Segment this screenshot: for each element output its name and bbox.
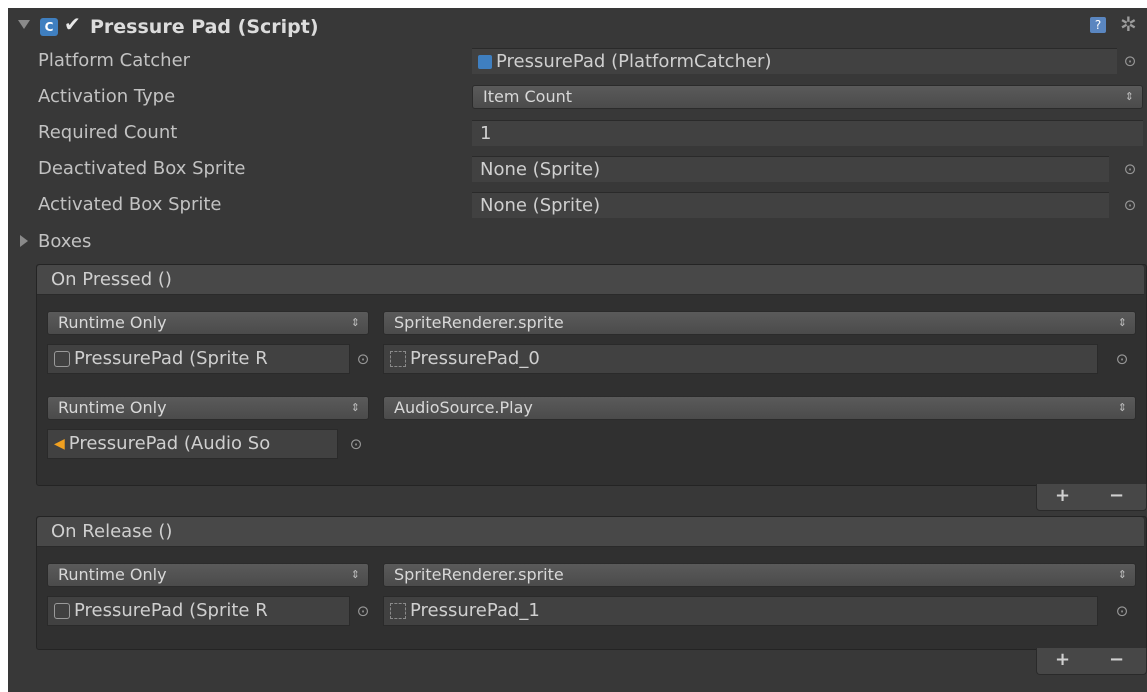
add-listener-button[interactable]: + (1055, 485, 1070, 506)
on-release-add-remove-bar: + − (1036, 648, 1147, 675)
argument-object-field[interactable]: PressurePad_0 (383, 344, 1098, 374)
on-pressed-header: On Pressed () (37, 265, 1144, 295)
object-picker-icon[interactable]: ⊙ (353, 349, 373, 369)
function-dropdown[interactable]: SpriteRenderer.sprite ⇕ (383, 311, 1136, 335)
deactivated-box-sprite-label: Deactivated Box Sprite (38, 158, 246, 179)
sprite-renderer-icon (54, 351, 70, 367)
deactivated-box-sprite-value: None (Sprite) (480, 159, 601, 180)
inspector-panel: C ✔ Pressure Pad (Script) ? ✲ Platform C… (8, 8, 1147, 692)
function-dropdown[interactable]: AudioSource.Play ⇕ (383, 396, 1136, 420)
sprite-icon (390, 603, 406, 619)
boxes-foldout-label[interactable]: Boxes (38, 231, 91, 252)
add-listener-button[interactable]: + (1055, 649, 1070, 670)
remove-listener-button[interactable]: − (1109, 485, 1124, 506)
component-title: Pressure Pad (Script) (90, 16, 319, 38)
runtime-mode-dropdown[interactable]: Runtime Only ⇕ (47, 563, 369, 587)
runtime-mode-dropdown[interactable]: Runtime Only ⇕ (47, 311, 369, 335)
on-release-header: On Release () (37, 517, 1144, 547)
function-value: SpriteRenderer.sprite (394, 565, 564, 584)
remove-listener-button[interactable]: − (1109, 649, 1124, 670)
dropdown-arrow-icon: ⇕ (1117, 401, 1127, 414)
script-icon: C (40, 18, 58, 36)
dropdown-arrow-icon: ⇕ (1124, 90, 1134, 103)
enabled-checkbox[interactable]: ✔ (64, 14, 84, 34)
audio-source-icon: ◀ (54, 436, 65, 452)
platform-catcher-label: Platform Catcher (38, 50, 191, 71)
function-value: AudioSource.Play (394, 398, 533, 417)
target-object-field[interactable]: PressurePad (Sprite R (47, 596, 350, 626)
object-picker-icon[interactable]: ⊙ (346, 434, 366, 454)
function-value: SpriteRenderer.sprite (394, 313, 564, 332)
function-dropdown[interactable]: SpriteRenderer.sprite ⇕ (383, 563, 1136, 587)
dropdown-arrow-icon: ⇕ (350, 568, 360, 581)
dropdown-arrow-icon: ⇕ (1117, 316, 1127, 329)
required-count-value: 1 (480, 123, 492, 144)
required-count-label: Required Count (38, 122, 178, 143)
dropdown-arrow-icon: ⇕ (350, 401, 360, 414)
object-picker-icon[interactable]: ⊙ (1120, 51, 1140, 71)
on-pressed-title: On Pressed () (51, 269, 172, 290)
target-object-value: PressurePad (Sprite R (74, 600, 268, 621)
activation-type-label: Activation Type (38, 86, 176, 107)
deactivated-box-sprite-field[interactable]: None (Sprite) (472, 156, 1109, 182)
dropdown-arrow-icon: ⇕ (350, 316, 360, 329)
foldout-arrow-icon[interactable] (18, 20, 30, 29)
target-object-field[interactable]: ◀ PressurePad (Audio So (47, 429, 338, 459)
help-icon[interactable]: ? (1090, 17, 1106, 33)
on-release-title: On Release () (51, 521, 173, 542)
argument-object-field[interactable]: PressurePad_1 (383, 596, 1098, 626)
object-picker-icon[interactable]: ⊙ (1120, 195, 1140, 215)
runtime-mode-value: Runtime Only (58, 313, 167, 332)
required-count-field[interactable]: 1 (472, 120, 1143, 146)
platform-catcher-field[interactable]: PressurePad (PlatformCatcher) (472, 48, 1117, 74)
sprite-icon (390, 351, 406, 367)
script-icon (478, 55, 492, 69)
activated-box-sprite-label: Activated Box Sprite (38, 194, 222, 215)
activated-box-sprite-value: None (Sprite) (480, 195, 601, 216)
activation-type-value: Item Count (483, 87, 573, 106)
object-picker-icon[interactable]: ⊙ (1112, 349, 1132, 369)
runtime-mode-dropdown[interactable]: Runtime Only ⇕ (47, 396, 369, 420)
sprite-renderer-icon (54, 603, 70, 619)
runtime-mode-value: Runtime Only (58, 565, 167, 584)
object-picker-icon[interactable]: ⊙ (353, 601, 373, 621)
object-picker-icon[interactable]: ⊙ (1112, 601, 1132, 621)
target-object-field[interactable]: PressurePad (Sprite R (47, 344, 350, 374)
argument-object-value: PressurePad_1 (410, 600, 540, 621)
gear-icon[interactable]: ✲ (1120, 12, 1137, 36)
target-object-value: PressurePad (Sprite R (74, 348, 268, 369)
activated-box-sprite-field[interactable]: None (Sprite) (472, 192, 1109, 218)
on-pressed-add-remove-bar: + − (1036, 484, 1147, 511)
target-object-value: PressurePad (Audio So (68, 433, 271, 454)
activation-type-dropdown[interactable]: Item Count ⇕ (472, 85, 1143, 109)
argument-object-value: PressurePad_0 (410, 348, 540, 369)
boxes-foldout-arrow-icon[interactable] (20, 235, 28, 247)
runtime-mode-value: Runtime Only (58, 398, 167, 417)
object-picker-icon[interactable]: ⊙ (1120, 159, 1140, 179)
dropdown-arrow-icon: ⇕ (1117, 568, 1127, 581)
platform-catcher-value: PressurePad (PlatformCatcher) (496, 51, 772, 72)
